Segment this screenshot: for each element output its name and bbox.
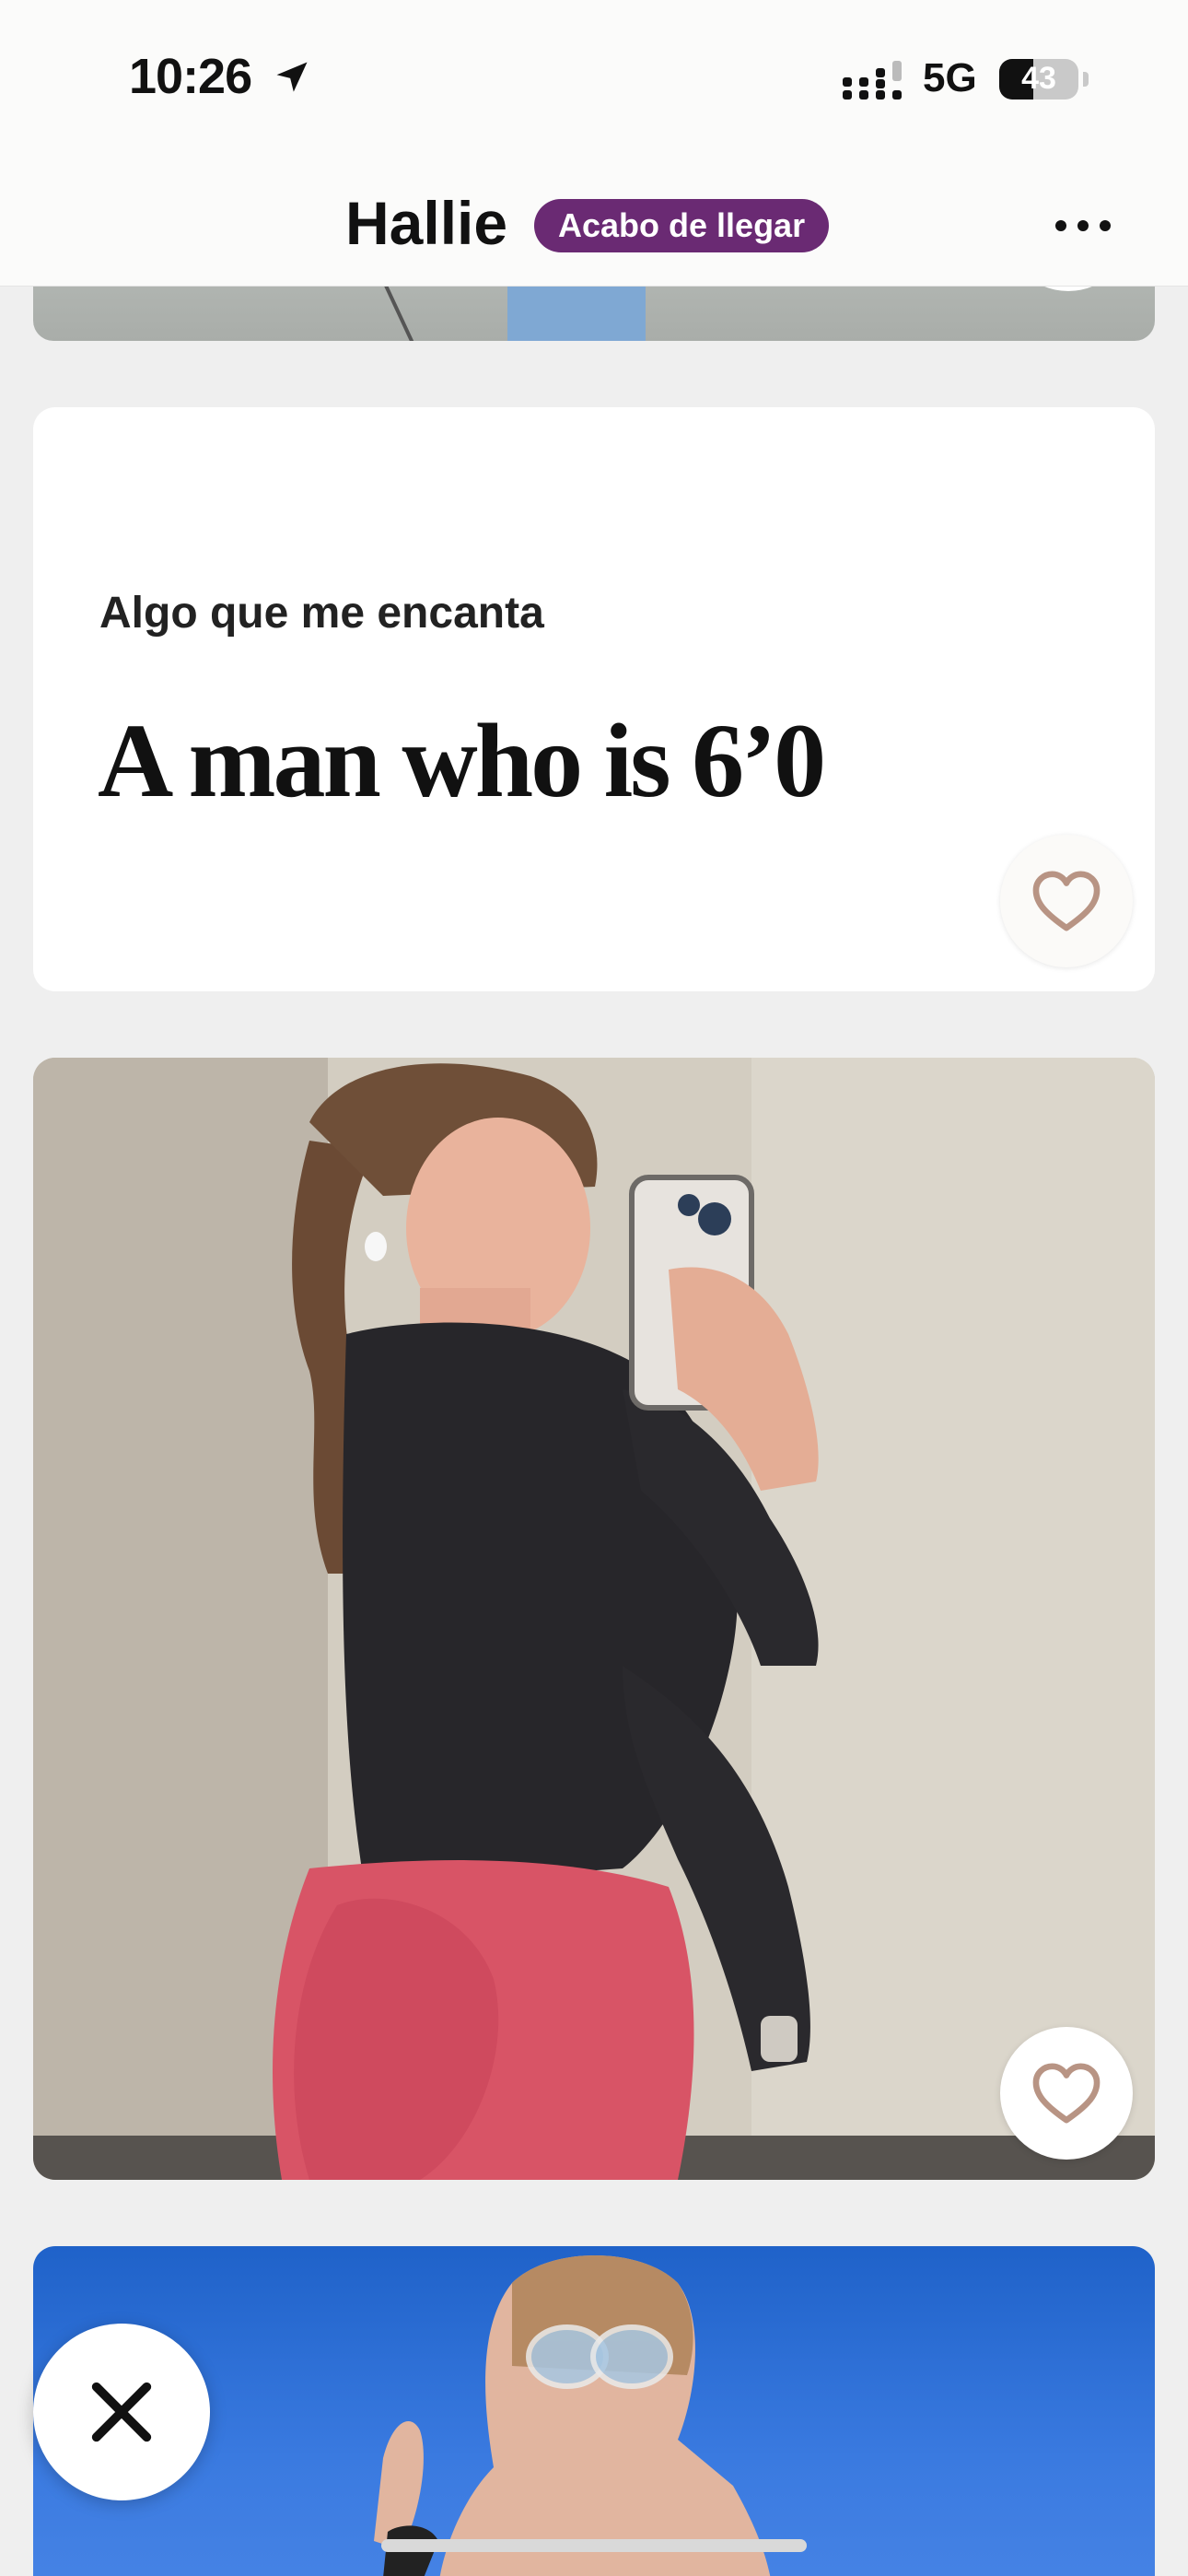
- photo-detail: [507, 278, 646, 341]
- ellipsis-icon[interactable]: [1050, 212, 1116, 240]
- battery-cap: [1083, 72, 1089, 87]
- photo-illustration: [33, 1058, 1155, 2180]
- profile-name: Hallie: [345, 189, 508, 257]
- profile-header: Hallie Acabo de llegar: [0, 157, 1188, 287]
- prompt-like-button[interactable]: [1000, 835, 1133, 967]
- home-indicator[interactable]: [381, 2539, 807, 2552]
- prompt-answer: A man who is 6’0: [98, 702, 826, 819]
- battery-icon: 43: [999, 59, 1078, 100]
- heart-icon: [1032, 871, 1101, 931]
- photo-like-button[interactable]: [1000, 2027, 1133, 2160]
- photo-detail: [381, 278, 416, 341]
- skip-button[interactable]: [33, 2324, 210, 2500]
- heart-icon: [1032, 2063, 1101, 2124]
- new-here-badge: Acabo de llegar: [534, 199, 830, 252]
- network-type: 5G: [923, 55, 977, 100]
- battery-percent: 43: [1021, 61, 1056, 96]
- profile-screen: 10:26 5G 43 Hallie Acabo de llegar Algo …: [0, 0, 1188, 2576]
- close-icon: [91, 2382, 152, 2442]
- status-time: 10:26: [129, 49, 252, 104]
- signal-bars-icon: [843, 61, 902, 100]
- profile-photo[interactable]: [33, 1058, 1155, 2180]
- prompt-question: Algo que me encanta: [99, 589, 544, 638]
- status-bar: 10:26 5G 43: [0, 0, 1188, 157]
- location-arrow-icon: [276, 62, 308, 92]
- prompt-card: Algo que me encanta A man who is 6’0: [33, 407, 1155, 991]
